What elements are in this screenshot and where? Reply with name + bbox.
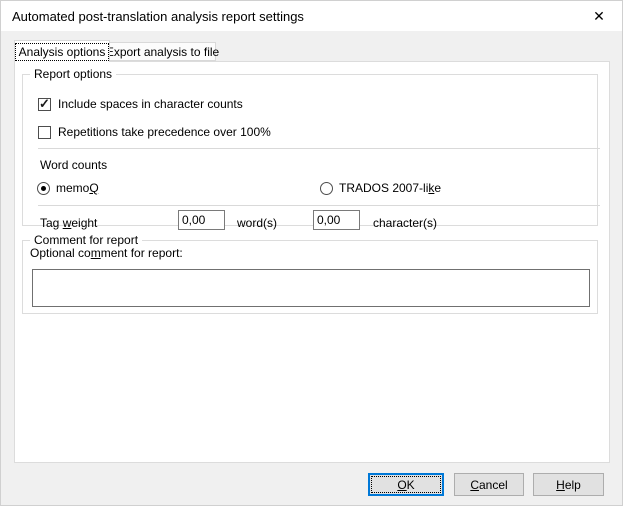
help-button[interactable]: Help [533,473,604,496]
report-options-group-label: Report options [30,67,116,81]
radio-memoq-label: memoQ [56,181,99,195]
word-counts-label: Word counts [40,158,107,172]
tag-weight-characters-input[interactable] [313,210,360,230]
help-button-label: Help [556,478,581,492]
radio-selected-icon [37,182,50,195]
radio-memoq[interactable]: memoQ [37,181,99,195]
separator [38,205,600,206]
checkbox-unchecked-icon [38,126,51,139]
separator [38,148,600,149]
checkbox-checked-icon: ✓ [38,98,51,111]
tag-weight-words-input[interactable] [178,210,225,230]
tab-analysis-options[interactable]: Analysis options [14,40,110,62]
ok-button-label: OK [397,478,414,492]
cancel-button[interactable]: Cancel [454,473,524,496]
radio-unselected-icon [320,182,333,195]
tab-export-analysis-to-file-label: Export analysis to file [106,45,219,59]
close-icon[interactable]: ✕ [578,1,620,31]
tab-page-analysis-options: Report options ✓ Include spaces in chara… [14,61,610,463]
optional-comment-label: Optional comment for report: [30,246,183,260]
tab-analysis-options-label: Analysis options [16,44,109,60]
checkbox-include-spaces[interactable]: ✓ Include spaces in character counts [38,97,243,111]
dialog-window: Automated post-translation analysis repo… [0,0,623,506]
checkbox-repetitions-precedence-label: Repetitions take precedence over 100% [58,125,271,139]
radio-trados-2007-like[interactable]: TRADOS 2007-like [320,181,441,195]
tag-weight-label: Tag weight [40,216,97,230]
tag-weight-characters-unit-label: character(s) [373,216,437,230]
checkbox-include-spaces-label: Include spaces in character counts [58,97,243,111]
radio-trados-2007-like-label: TRADOS 2007-like [339,181,441,195]
ok-button[interactable]: OK [368,473,444,496]
tab-export-analysis-to-file[interactable]: Export analysis to file [110,42,216,61]
checkbox-repetitions-precedence[interactable]: Repetitions take precedence over 100% [38,125,271,139]
window-title: Automated post-translation analysis repo… [12,9,304,24]
comment-for-report-group: Comment for report Optional comment for … [22,240,598,314]
title-bar: Automated post-translation analysis repo… [1,1,622,31]
tag-weight-words-unit-label: word(s) [237,216,277,230]
cancel-button-label: Cancel [470,478,507,492]
optional-comment-textarea[interactable] [32,269,590,307]
report-options-group: Report options ✓ Include spaces in chara… [22,74,598,226]
comment-for-report-group-label: Comment for report [30,233,142,247]
